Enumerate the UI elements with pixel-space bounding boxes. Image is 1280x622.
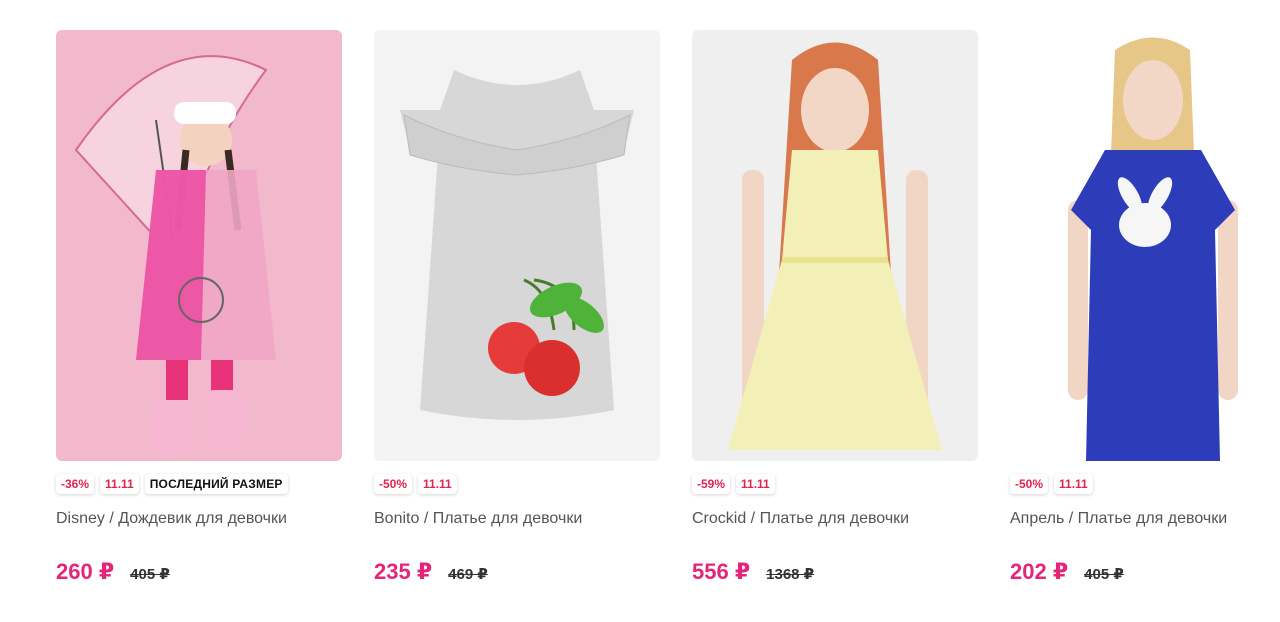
- current-price: 556 ₽: [692, 559, 751, 584]
- product-grid: -36% 11.11 ПОСЛЕДНИЙ РАЗМЕР Disney / Дож…: [56, 30, 1280, 585]
- product-image[interactable]: [56, 30, 342, 461]
- old-price: 405 ₽: [1084, 566, 1124, 583]
- sale-event-badge: 11.11: [1054, 474, 1093, 494]
- price-row: 202 ₽ 405 ₽: [1010, 559, 1280, 585]
- old-price: 405 ₽: [130, 566, 170, 583]
- badge-row: -50% 11.11: [374, 473, 660, 495]
- blue-dress-girl-photo: [1010, 30, 1280, 461]
- product-image[interactable]: [1010, 30, 1280, 461]
- discount-badge: -36%: [56, 474, 95, 494]
- yellow-dress-girl-photo: [692, 30, 978, 461]
- sale-event-badge: 11.11: [418, 474, 457, 494]
- discount-badge: -59%: [692, 474, 731, 494]
- current-price: 260 ₽: [56, 559, 115, 584]
- raincoat-girl-photo: [56, 30, 342, 461]
- price-row: 235 ₽ 469 ₽: [374, 559, 660, 585]
- product-card[interactable]: -50% 11.11 Апрель / Платье для девочки 2…: [1010, 30, 1280, 585]
- old-price: 1368 ₽: [766, 566, 815, 583]
- discount-badge: -50%: [374, 474, 413, 494]
- sale-event-badge: 11.11: [100, 474, 139, 494]
- product-title[interactable]: Disney / Дождевик для девочки: [56, 509, 342, 529]
- last-size-badge: ПОСЛЕДНИЙ РАЗМЕР: [144, 474, 288, 494]
- discount-badge: -50%: [1010, 474, 1049, 494]
- cherry-dress-photo: [374, 30, 660, 461]
- price-row: 260 ₽ 405 ₽: [56, 559, 342, 585]
- badge-row: -59% 11.11: [692, 473, 978, 495]
- old-price: 469 ₽: [448, 566, 488, 583]
- product-card[interactable]: -36% 11.11 ПОСЛЕДНИЙ РАЗМЕР Disney / Дож…: [56, 30, 342, 585]
- badge-row: -36% 11.11 ПОСЛЕДНИЙ РАЗМЕР: [56, 473, 342, 495]
- product-title[interactable]: Bonito / Платье для девочки: [374, 509, 660, 529]
- price-row: 556 ₽ 1368 ₽: [692, 559, 978, 585]
- current-price: 235 ₽: [374, 559, 433, 584]
- product-card[interactable]: -59% 11.11 Crockid / Платье для девочки …: [692, 30, 978, 585]
- product-image[interactable]: [692, 30, 978, 461]
- product-title[interactable]: Crockid / Платье для девочки: [692, 509, 978, 529]
- badge-row: -50% 11.11: [1010, 473, 1280, 495]
- current-price: 202 ₽: [1010, 559, 1069, 584]
- sale-event-badge: 11.11: [736, 474, 775, 494]
- product-card[interactable]: -50% 11.11 Bonito / Платье для девочки 2…: [374, 30, 660, 585]
- product-image[interactable]: [374, 30, 660, 461]
- product-title[interactable]: Апрель / Платье для девочки: [1010, 509, 1280, 529]
